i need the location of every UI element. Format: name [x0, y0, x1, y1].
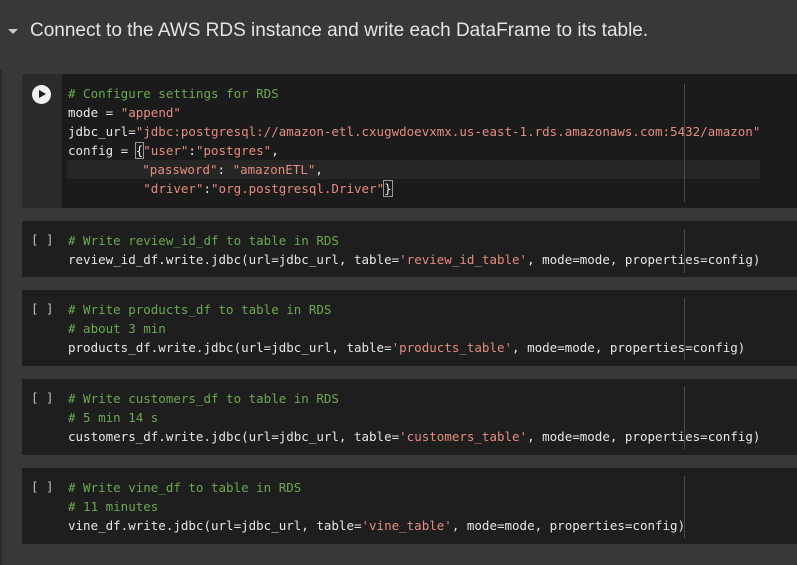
collapse-chevron-icon[interactable]: [8, 29, 18, 34]
code-line[interactable]: # about 3 min: [68, 319, 745, 338]
code-string: "jdbc:postgresql://amazon-etl.cxugwdoevx…: [135, 124, 761, 139]
code-string: "password": [142, 162, 218, 177]
code-line[interactable]: products_df.write.jdbc(url=jdbc_url, tab…: [68, 338, 745, 357]
code-cell[interactable]: [ ] # Write products_df to table in RDS #…: [22, 290, 797, 366]
code-text: }: [383, 180, 393, 197]
cell-gutter: [ ]: [22, 221, 62, 277]
code-text: mode =: [68, 105, 121, 120]
code-text: config =: [68, 143, 136, 158]
code-line[interactable]: # Write products_df to table in RDS: [68, 300, 745, 319]
code-string: "driver": [143, 181, 204, 196]
code-string: "user": [143, 143, 189, 158]
code-cell[interactable]: [ ] # Write vine_df to table in RDS # 11 …: [22, 468, 797, 544]
code-comment: # Write review_id_df to table in RDS: [68, 233, 339, 248]
code-line[interactable]: vine_df.write.jdbc(url=jdbc_url, table='…: [68, 516, 685, 535]
code-string: "append": [120, 105, 181, 120]
line-length-ruler: [684, 229, 685, 273]
line-length-ruler: [684, 84, 685, 202]
code-line[interactable]: mode = "append": [68, 103, 760, 122]
code-editor[interactable]: # Write products_df to table in RDS # abo…: [68, 300, 745, 357]
code-comment: # Write customers_df to table in RDS: [68, 391, 339, 406]
code-line[interactable]: "driver":"org.postgresql.Driver"}: [68, 179, 760, 198]
code-cell[interactable]: # Configure settings for RDS mode = "appe…: [22, 74, 797, 208]
code-cell[interactable]: [ ] # Write customers_df to table in RDS…: [22, 379, 797, 455]
code-text: , mode=mode, properties=config): [527, 429, 761, 444]
code-text: jdbc_url=: [68, 124, 136, 139]
code-text: customers_df.write.jdbc(url=jdbc_url, ta…: [68, 429, 400, 444]
code-text: vine_df.write.jdbc(url=jdbc_url, table=: [68, 518, 362, 533]
code-line[interactable]: # Write review_id_df to table in RDS: [68, 231, 760, 250]
code-line[interactable]: # 5 min 14 s: [68, 408, 760, 427]
code-string: "postgres": [195, 143, 272, 158]
code-text: products_df.write.jdbc(url=jdbc_url, tab…: [68, 340, 392, 355]
execution-count[interactable]: [ ]: [31, 390, 54, 405]
code-text: review_id_df.write.jdbc(url=jdbc_url, ta…: [68, 252, 400, 267]
code-comment: # 5 min 14 s: [68, 410, 159, 425]
code-line[interactable]: config = {"user":"postgres",: [68, 141, 760, 160]
execution-count[interactable]: [ ]: [31, 232, 54, 247]
code-line[interactable]: # Configure settings for RDS: [68, 84, 760, 103]
code-string: "org.postgresql.Driver": [211, 181, 385, 196]
line-length-ruler: [684, 476, 685, 538]
code-text: , mode=mode, properties=config): [451, 518, 686, 533]
code-line[interactable]: # Write customers_df to table in RDS: [68, 389, 760, 408]
code-string: "amazonETL": [232, 162, 316, 177]
code-cell[interactable]: [ ] # Write review_id_df to table in RDS…: [22, 221, 797, 277]
section-rail: [0, 70, 2, 565]
code-line[interactable]: jdbc_url="jdbc:postgresql://amazon-etl.c…: [68, 122, 760, 141]
execution-count[interactable]: [ ]: [31, 301, 54, 316]
cell-gutter: [ ]: [22, 468, 62, 544]
execution-count[interactable]: [ ]: [31, 479, 54, 494]
code-comment: # Write vine_df to table in RDS: [68, 480, 302, 495]
section-title: Connect to the AWS RDS instance and writ…: [30, 20, 649, 41]
code-editor[interactable]: # Write customers_df to table in RDS # 5 …: [68, 389, 760, 446]
code-string: 'review_id_table': [399, 252, 528, 267]
code-line[interactable]: customers_df.write.jdbc(url=jdbc_url, ta…: [68, 427, 760, 446]
line-length-ruler: [684, 387, 685, 449]
code-text: , mode=mode, properties=config): [512, 340, 746, 355]
run-cell-button[interactable]: [32, 85, 51, 104]
code-comment: # Write products_df to table in RDS: [68, 302, 332, 317]
cell-gutter: [ ]: [22, 290, 62, 366]
code-text: :: [188, 143, 196, 158]
code-line[interactable]: "password": "amazonETL",: [67, 160, 761, 179]
code-string: 'customers_table': [399, 429, 528, 444]
code-line[interactable]: review_id_df.write.jdbc(url=jdbc_url, ta…: [68, 250, 760, 269]
code-editor[interactable]: # Write review_id_df to table in RDS revi…: [68, 231, 760, 269]
code-comment: # about 3 min: [68, 321, 166, 336]
code-text: ,: [271, 143, 279, 158]
section-header[interactable]: Connect to the AWS RDS instance and writ…: [0, 0, 797, 64]
code-text: , mode=mode, properties=config): [527, 252, 761, 267]
code-editor[interactable]: # Write vine_df to table in RDS # 11 minu…: [68, 478, 685, 535]
code-string: 'vine_table': [361, 518, 452, 533]
code-comment: # Configure settings for RDS: [68, 86, 279, 101]
code-string: 'products_table': [391, 340, 513, 355]
code-editor[interactable]: # Configure settings for RDS mode = "appe…: [67, 84, 761, 198]
code-comment: # 11 minutes: [68, 499, 159, 514]
code-line[interactable]: # Write vine_df to table in RDS: [68, 478, 685, 497]
cell-gutter: [22, 74, 62, 208]
line-length-ruler: [684, 298, 685, 360]
code-text: :: [217, 162, 233, 177]
code-text: :: [203, 181, 212, 196]
code-line[interactable]: # 11 minutes: [68, 497, 685, 516]
code-text: ,: [315, 162, 323, 177]
cell-gutter: [ ]: [22, 379, 62, 455]
